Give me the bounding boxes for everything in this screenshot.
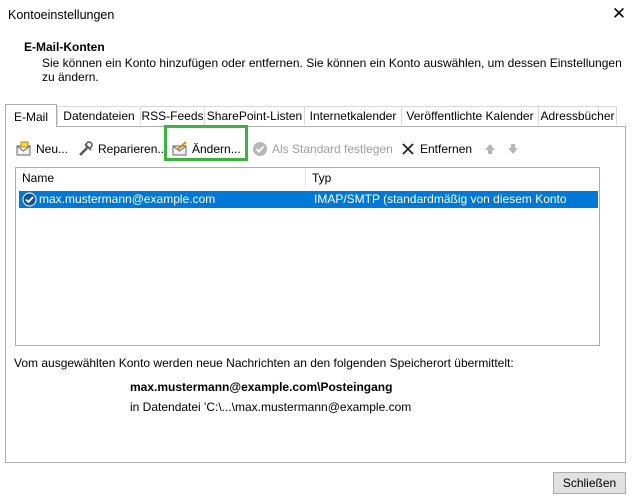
set-default-button[interactable]: Als Standard festlegen xyxy=(252,138,393,160)
window-title: Kontoeinstellungen xyxy=(8,8,115,22)
tab-sharepoint-listen[interactable]: SharePoint-Listen xyxy=(204,106,305,125)
arrow-up-icon xyxy=(482,141,498,157)
account-name: max.mustermann@example.com xyxy=(39,192,216,206)
move-down-button[interactable] xyxy=(505,138,521,160)
tab-datendateien[interactable]: Datendateien xyxy=(57,106,141,125)
tab-adressbuecher[interactable]: Adressbücher xyxy=(538,106,617,125)
column-header-name[interactable]: Name xyxy=(16,168,306,189)
highlight-box xyxy=(164,125,248,161)
tools-icon xyxy=(78,141,94,157)
column-header-type[interactable]: Typ xyxy=(306,168,599,189)
account-list[interactable]: Name Typ max.mustermann@example.com IMAP… xyxy=(15,167,600,346)
close-icon xyxy=(400,141,416,157)
set-default-label: Als Standard festlegen xyxy=(272,142,393,156)
repair-label: Reparieren... xyxy=(98,142,168,156)
tab-rss-feeds[interactable]: RSS-Feeds xyxy=(140,106,205,125)
table-row[interactable]: max.mustermann@example.com IMAP/SMTP (st… xyxy=(19,191,598,223)
tab-email[interactable]: E-Mail xyxy=(5,104,57,127)
check-circle-icon xyxy=(252,141,268,157)
default-account-icon xyxy=(22,192,37,210)
repair-button[interactable]: Reparieren... xyxy=(78,138,167,160)
tab-internetkalender[interactable]: Internetkalender xyxy=(304,106,402,125)
section-title: E-Mail-Konten xyxy=(24,40,105,54)
remove-button[interactable]: Entfernen xyxy=(400,138,472,160)
remove-label: Entfernen xyxy=(420,142,473,156)
new-account-icon xyxy=(16,141,32,157)
close-icon[interactable]: ✕ xyxy=(608,3,630,25)
close-button[interactable]: Schließen xyxy=(553,472,626,494)
data-file-path: in Datendatei 'C:\...\max.mustermann@exa… xyxy=(130,400,412,414)
new-button[interactable]: Neu... xyxy=(16,138,68,160)
section-description: Sie können ein Konto hinzufügen oder ent… xyxy=(42,56,622,84)
delivery-info: Vom ausgewählten Konto werden neue Nachr… xyxy=(14,356,514,370)
tab-veroeffentlichte-kalender[interactable]: Veröffentlichte Kalender xyxy=(401,106,539,125)
delivery-location: max.mustermann@example.com\Posteingang xyxy=(130,380,393,394)
account-type: IMAP/SMTP (standardmäßig von diesem Kont… xyxy=(314,192,567,223)
arrow-down-icon xyxy=(505,141,521,157)
new-label: Neu... xyxy=(36,142,69,156)
move-up-button[interactable] xyxy=(482,138,498,160)
